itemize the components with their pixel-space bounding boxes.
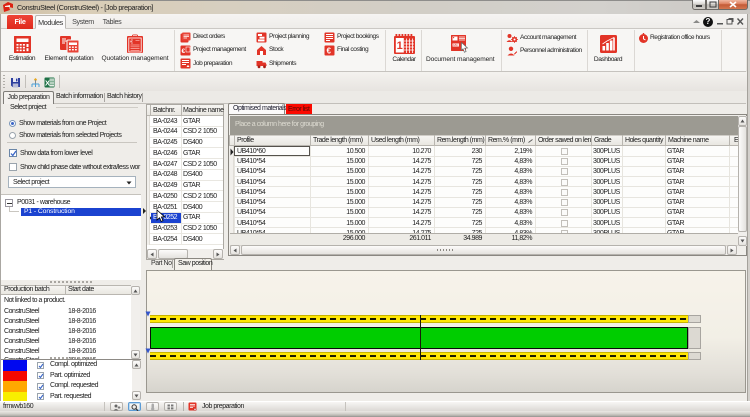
svg-text:1: 1 <box>397 40 403 52</box>
svg-text:ABC: ABC <box>453 43 459 47</box>
svg-text:X: X <box>45 79 50 88</box>
svg-text:€: € <box>327 46 332 55</box>
svg-text:€: € <box>130 40 133 46</box>
svg-text:€: € <box>182 48 186 55</box>
